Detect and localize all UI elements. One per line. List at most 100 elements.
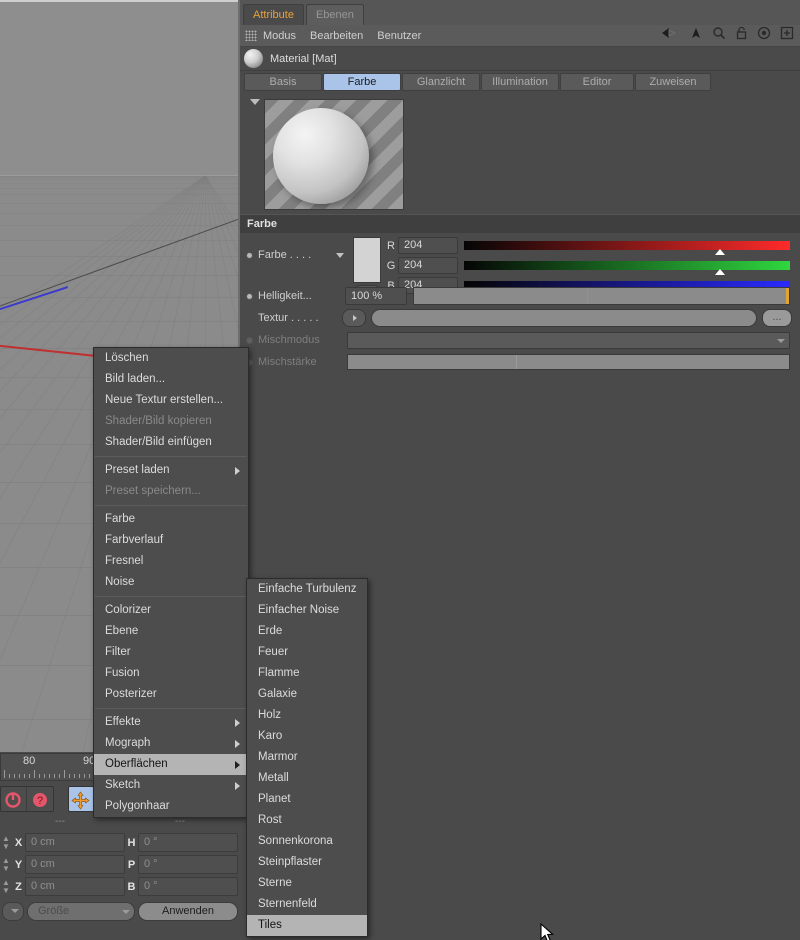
texture-browse-button[interactable]: ... [762,309,792,327]
submenu-item-rost[interactable]: Rost [247,810,367,831]
menu-benutzer[interactable]: Benutzer [377,30,421,42]
submenu-item-feuer[interactable]: Feuer [247,642,367,663]
size-dropdown[interactable]: Größe [27,901,135,921]
color-g-slider[interactable] [464,261,790,275]
tab-zuweisen[interactable]: Zuweisen [635,73,711,91]
color-animate-dot[interactable] [246,251,253,259]
menu-item-label: Shader/Bild einfügen [105,436,212,448]
rotation-b-field[interactable]: 0 ° [138,877,238,896]
move-tool-icon[interactable] [68,787,95,811]
color-r-field[interactable]: 204 [398,237,458,254]
search-icon[interactable] [712,26,726,45]
menu-item-effekte[interactable]: Effekte [94,712,248,733]
material-preview[interactable] [264,99,404,210]
submenu-item-sternenfeld[interactable]: Sternenfeld [247,894,367,915]
lock-icon[interactable] [735,26,748,45]
menu-item-sketch[interactable]: Sketch [94,775,248,796]
texture-menu-button[interactable] [342,309,366,327]
slider-marker[interactable] [715,249,726,255]
position-y-field[interactable]: 0 cm [25,855,125,874]
menu-item-oberflächen[interactable]: Oberflächen [94,754,248,775]
submenu-item-steinpflaster[interactable]: Steinpflaster [247,852,367,873]
spinner-icon[interactable]: ▲▼ [0,878,12,895]
submenu-item-karo[interactable]: Karo [247,726,367,747]
spinner-icon[interactable]: ▲▼ [0,856,12,873]
oberflaechen-submenu[interactable]: Einfache Turbulenz Einfacher Noise Erde Feu… [246,578,368,937]
menu-item-noise[interactable]: Noise [94,572,248,593]
mix-strength-slider[interactable] [347,354,790,370]
texture-context-menu[interactable]: Löschen Bild laden... Neue Textur erstelle… [93,347,249,818]
color-r-slider[interactable] [464,241,790,255]
menu-item-farbverlauf[interactable]: Farbverlauf [94,530,248,551]
apply-button[interactable]: Anwenden [138,901,238,921]
menu-item-label: Filter [105,646,131,658]
menu-item-bild-laden[interactable]: Bild laden... [94,369,248,390]
rotation-p-field[interactable]: 0 ° [138,855,238,874]
chevron-down-icon[interactable] [336,252,344,258]
menu-item-label: Planet [258,793,291,805]
brightness-animate-dot[interactable] [246,292,253,300]
coordinate-mode-dropdown[interactable] [2,901,24,921]
collapse-caret-icon[interactable] [250,99,260,105]
submenu-item-metall[interactable]: Metall [247,768,367,789]
mix-mode-dropdown[interactable] [347,331,790,349]
grid-line [0,212,240,214]
texture-field[interactable] [371,309,757,327]
menu-item-fresnel[interactable]: Fresnel [94,551,248,572]
color-g-field[interactable]: 204 [398,257,458,274]
tab-farbe[interactable]: Farbe [323,73,401,91]
help-circle-icon[interactable]: ? [26,787,53,811]
menu-item-ebene[interactable]: Ebene [94,621,248,642]
slider-handle[interactable] [786,288,789,304]
tab-attribute[interactable]: Attribute [243,4,304,25]
ruler-tick [4,770,5,778]
submenu-item-planet[interactable]: Planet [247,789,367,810]
target-icon[interactable] [757,26,771,45]
brightness-field[interactable]: 100 % [345,287,407,305]
tab-editor[interactable]: Editor [560,73,634,91]
tab-basis[interactable]: Basis [244,73,322,91]
position-x-field[interactable]: 0 cm [25,833,125,852]
menu-modus[interactable]: Modus [263,30,296,42]
submenu-item-sonnenkorona[interactable]: Sonnenkorona [247,831,367,852]
menu-item-colorizer[interactable]: Colorizer [94,600,248,621]
tab-glanzlicht[interactable]: Glanzlicht [402,73,480,91]
mix-mode-animate-dot[interactable] [246,336,253,344]
back-arrow-icon[interactable] [660,26,680,45]
submenu-item-galaxie[interactable]: Galaxie [247,684,367,705]
menu-item-preset-laden[interactable]: Preset laden [94,460,248,481]
menu-item-label: Shader/Bild kopieren [105,415,212,427]
spinner-icon[interactable]: ▲▼ [0,834,12,851]
menu-item-polygonhaar[interactable]: Polygonhaar [94,796,248,817]
menu-item-löschen[interactable]: Löschen [94,348,248,369]
menu-item-neue-textur-erstellen[interactable]: Neue Textur erstellen... [94,390,248,411]
submenu-item-flamme[interactable]: Flamme [247,663,367,684]
grip-dots-icon[interactable] [245,30,257,41]
slider-marker[interactable] [715,269,726,275]
submenu-item-marmor[interactable]: Marmor [247,747,367,768]
menu-item-shader-bild-einfügen[interactable]: Shader/Bild einfügen [94,432,248,453]
rotation-h-field[interactable]: 0 ° [138,833,238,852]
position-z-field[interactable]: 0 cm [25,877,125,896]
submenu-item-tiles[interactable]: Tiles [247,915,367,936]
color-swatch[interactable] [353,237,381,283]
submenu-item-einfacher-noise[interactable]: Einfacher Noise [247,600,367,621]
submenu-item-einfache-turbulenz[interactable]: Einfache Turbulenz [247,579,367,600]
undo-circle-icon[interactable] [1,787,27,811]
menu-bearbeiten[interactable]: Bearbeiten [310,30,363,42]
menu-item-farbe[interactable]: Farbe [94,509,248,530]
submenu-item-sterne[interactable]: Sterne [247,873,367,894]
menu-item-filter[interactable]: Filter [94,642,248,663]
menu-item-label: Sonnenkorona [258,835,333,847]
brightness-slider[interactable] [413,287,790,305]
up-arrow-icon[interactable] [689,26,703,45]
tab-illumination[interactable]: Illumination [481,73,559,91]
tab-ebenen[interactable]: Ebenen [305,4,364,25]
svg-text:?: ? [37,795,43,807]
menu-item-posterizer[interactable]: Posterizer [94,684,248,705]
submenu-item-erde[interactable]: Erde [247,621,367,642]
plus-box-icon[interactable] [780,26,794,45]
menu-item-fusion[interactable]: Fusion [94,663,248,684]
submenu-item-holz[interactable]: Holz [247,705,367,726]
menu-item-mograph[interactable]: Mograph [94,733,248,754]
